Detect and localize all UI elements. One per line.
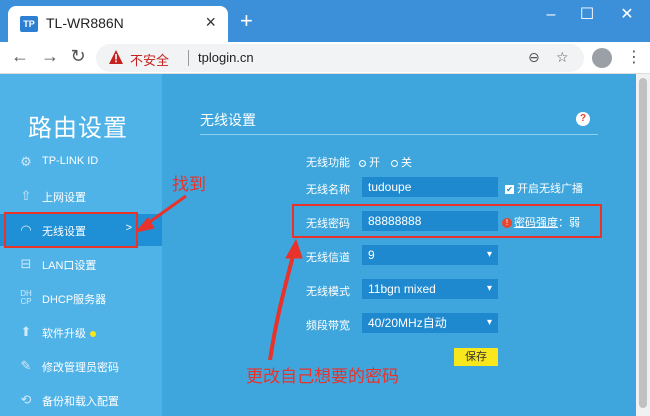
sidebar-item-label: TP-LINK ID xyxy=(42,155,99,167)
annotation-change-text: 更改自己想要的密码 xyxy=(246,367,399,387)
sidebar-item-dhcp[interactable]: DH CP DHCP服务器 xyxy=(0,282,162,314)
not-secure-label[interactable]: 不安全 xyxy=(130,50,169,69)
annotation-box-password xyxy=(292,204,602,238)
browser-tab[interactable]: TP TL-WR886N × xyxy=(8,6,228,42)
sidebar-item-admin-password[interactable]: ✎ 修改管理员密码 xyxy=(0,350,162,382)
radio-selected-icon xyxy=(359,159,366,167)
tab-title: TL-WR886N xyxy=(46,15,124,31)
browser-menu-icon[interactable]: ⋮ xyxy=(626,48,642,68)
url-text[interactable]: tplogin.cn xyxy=(198,50,254,65)
wireless-off-radio[interactable]: 关 xyxy=(391,154,412,170)
upgrade-icon: ⬆ xyxy=(20,324,32,339)
sidebar-item-label: 软件升级 xyxy=(42,325,96,341)
bookmark-star-icon[interactable]: ☆ xyxy=(556,49,569,66)
sidebar-item-label: 备份和载入配置 xyxy=(42,396,119,408)
sidebar-item-tplink-id[interactable]: ⚙ TP-LINK ID xyxy=(0,146,162,178)
annotation-box-wireless xyxy=(4,212,138,248)
profile-avatar[interactable] xyxy=(592,48,612,68)
upload-icon: ⇧ xyxy=(20,188,32,203)
minimize-button[interactable]: – xyxy=(536,4,566,26)
channel-label: 无线信道 xyxy=(306,252,350,264)
mode-select[interactable]: 11bgn mixed xyxy=(362,279,498,299)
back-button[interactable]: ← xyxy=(8,46,32,67)
sidebar-item-label: 修改管理员密码 xyxy=(42,362,119,374)
sidebar-item-backup[interactable]: ⟲ 备份和载入配置 xyxy=(0,384,162,416)
zoom-icon[interactable]: ⊖ xyxy=(528,49,540,66)
sidebar-item-upgrade[interactable]: ⬆ 软件升级 xyxy=(0,316,162,348)
lan-icon: ⊟ xyxy=(20,256,32,271)
warning-icon xyxy=(109,50,123,64)
wireless-function-label: 无线功能 xyxy=(306,157,350,169)
title-divider xyxy=(200,134,598,135)
edit-icon: ✎ xyxy=(20,358,32,373)
sidebar-item-label: LAN口设置 xyxy=(42,260,97,272)
maximize-button[interactable]: ☐ xyxy=(572,4,602,26)
sidebar-title: 路由设置 xyxy=(28,115,128,142)
sidebar-item-label: 上网设置 xyxy=(42,192,86,204)
tplink-favicon-icon: TP xyxy=(20,16,38,32)
backup-icon: ⟲ xyxy=(20,392,32,407)
update-badge-dot xyxy=(90,331,96,338)
sidebar-item-internet[interactable]: ⇧ 上网设置 xyxy=(0,180,162,212)
dhcp-icon: DH CP xyxy=(20,289,32,306)
scrollbar[interactable] xyxy=(636,74,650,416)
radio-unselected-icon xyxy=(391,159,398,167)
browser-tab-bar: TP TL-WR886N × + – ☐ ✕ xyxy=(0,0,650,42)
help-icon[interactable]: ? xyxy=(576,112,590,126)
tplink-id-icon: ⚙ xyxy=(20,154,32,169)
bandwidth-label: 频段带宽 xyxy=(306,320,350,332)
scrollbar-thumb[interactable] xyxy=(639,78,647,408)
wireless-on-radio[interactable]: 开 xyxy=(359,154,380,170)
address-bar[interactable]: 不安全 tplogin.cn ⊖ ☆ xyxy=(96,44,584,72)
checkmark-icon: ✔ xyxy=(505,184,514,194)
sidebar-item-label: DHCP服务器 xyxy=(42,294,107,306)
forward-button[interactable]: → xyxy=(38,46,62,67)
close-window-button[interactable]: ✕ xyxy=(612,4,642,26)
channel-select[interactable]: 9 xyxy=(362,245,498,265)
bandwidth-select[interactable]: 40/20MHz自动 xyxy=(362,313,498,333)
save-button[interactable]: 保存 xyxy=(454,348,498,366)
router-page: 路由设置 ⚙ TP-LINK ID ⇧ 上网设置 ◠ 无线设置 > ⊟ LAN口… xyxy=(0,74,650,416)
page-title: 无线设置 xyxy=(200,112,256,128)
annotation-find-text: 找到 xyxy=(172,175,206,195)
new-tab-button[interactable]: + xyxy=(240,10,253,32)
close-tab-icon[interactable]: × xyxy=(205,12,216,33)
browser-toolbar: ← → ↻ 不安全 tplogin.cn ⊖ ☆ ⋮ xyxy=(0,42,650,74)
reload-button[interactable]: ↻ xyxy=(66,46,90,67)
sidebar-item-lan[interactable]: ⊟ LAN口设置 xyxy=(0,248,162,280)
url-separator xyxy=(188,50,189,66)
ssid-label: 无线名称 xyxy=(306,184,350,196)
ssid-input[interactable]: tudoupe xyxy=(362,177,498,197)
broadcast-checkbox[interactable]: ✔ 开启无线广播 xyxy=(505,180,583,196)
mode-label: 无线模式 xyxy=(306,286,350,298)
